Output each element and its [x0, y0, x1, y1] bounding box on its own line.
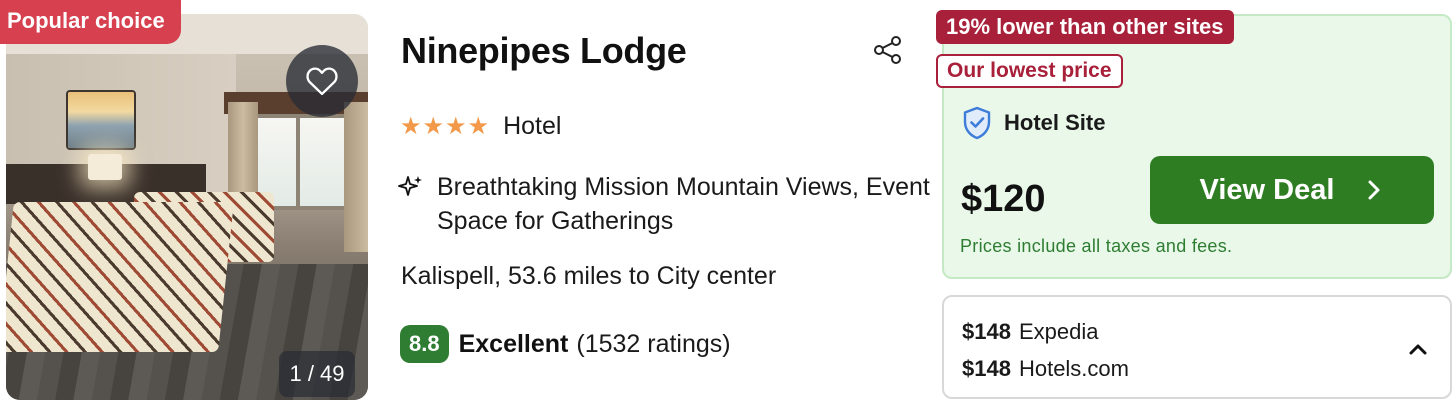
photo-wall-art: [68, 92, 134, 148]
shield-check-icon: [963, 106, 991, 140]
view-deal-label: View Deal: [1199, 173, 1335, 206]
sparkle-icon: [398, 176, 422, 196]
chevron-right-icon: [1368, 180, 1380, 200]
view-deal-button[interactable]: View Deal: [1150, 156, 1434, 224]
rating-score: 8.8: [400, 325, 449, 363]
star-rating: ★★★★: [400, 113, 491, 140]
hotel-type: Hotel: [503, 112, 562, 140]
tax-note: Prices include all taxes and fees.: [960, 236, 1233, 256]
photo-curtain: [344, 102, 368, 252]
provider-name: Hotel Site: [1004, 110, 1106, 135]
rating-count: (1532 ratings): [576, 329, 731, 358]
deal-price: $120: [961, 178, 1046, 220]
chevron-up-icon[interactable]: [1406, 337, 1430, 361]
offer-site: Hotels.com: [1018, 356, 1129, 381]
offer-price: $148: [962, 356, 1011, 381]
hotel-location: Kalispell, 53.6 miles to City center: [401, 262, 777, 290]
rating-word: Excellent: [458, 329, 569, 358]
offer-row[interactable]: $148 Hotels.com: [962, 356, 1129, 382]
share-button[interactable]: [872, 34, 904, 66]
photo-counter: 1 / 49: [279, 351, 355, 397]
popular-choice-badge: Popular choice: [0, 0, 181, 44]
hotel-class-row: ★★★★ Hotel: [400, 112, 561, 141]
heart-icon: [306, 67, 338, 96]
guest-rating[interactable]: 8.8 Excellent (1532 ratings): [400, 325, 731, 363]
offer-price: $148: [962, 319, 1011, 344]
other-offers-card[interactable]: $148 Expedia $148 Hotels.com: [942, 295, 1452, 399]
deal-provider: Hotel Site: [962, 106, 1105, 140]
price-comparison-tag: 19% lower than other sites: [936, 10, 1234, 44]
hotel-photo[interactable]: 1 / 49: [6, 14, 368, 400]
favorite-button[interactable]: [286, 45, 358, 117]
photo-lamp: [88, 154, 122, 180]
share-icon: [874, 36, 901, 64]
lowest-price-tag: Our lowest price: [936, 54, 1123, 88]
photo-bed: [6, 202, 234, 352]
hotel-features: Breathtaking Mission Mountain Views, Eve…: [398, 170, 937, 238]
hotel-name[interactable]: Ninepipes Lodge: [401, 30, 687, 72]
offer-site: Expedia: [1018, 319, 1099, 344]
feature-text: Breathtaking Mission Mountain Views, Eve…: [437, 173, 930, 235]
offer-row[interactable]: $148 Expedia: [962, 319, 1098, 345]
